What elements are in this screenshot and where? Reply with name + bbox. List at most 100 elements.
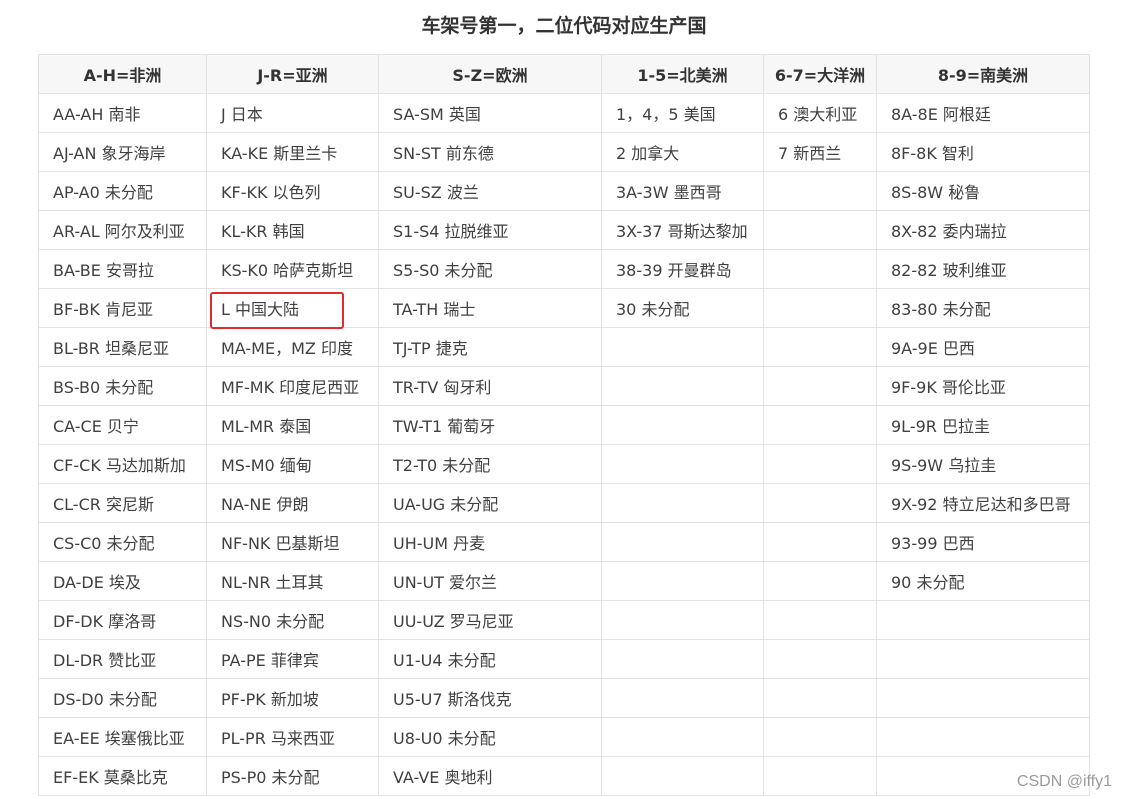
table-cell: AP-A0 未分配 [38,171,207,211]
table-row: AP-A0 未分配 KF-KK 以色列 SU-SZ 波兰 3A-3W 墨西哥 8S-8W… [38,171,1090,211]
table-cell: AA-AH 南非 [38,93,207,133]
header-europe: S-Z=欧洲 [378,54,602,94]
table-cell: BF-BK 肯尼亚 [38,288,207,328]
table-cell: 9F-9K 哥伦比亚 [876,366,1090,406]
table-cell [876,639,1090,679]
table-cell: 8A-8E 阿根廷 [876,93,1090,133]
table-row: EF-EK 莫桑比克 PS-P0 未分配 VA-VE 奥地利 [38,756,1090,796]
table-cell [763,405,877,445]
table-cell: 30 未分配 [601,288,764,328]
table-cell: KF-KK 以色列 [206,171,379,211]
table-cell [763,327,877,367]
table-row: CL-CR 突尼斯 NA-NE 伊朗 UA-UG 未分配 9X-92 特立尼达和多巴哥 [38,483,1090,523]
table-cell: PS-P0 未分配 [206,756,379,796]
table-cell: NS-N0 未分配 [206,600,379,640]
table-cell: DL-DR 赞比亚 [38,639,207,679]
table-cell: EA-EE 埃塞俄比亚 [38,717,207,757]
table-cell: KL-KR 韩国 [206,210,379,250]
table-cell: 1，4，5 美国 [601,93,764,133]
table-cell [763,639,877,679]
table-cell: VA-VE 奥地利 [378,756,602,796]
table-cell: DS-D0 未分配 [38,678,207,718]
table-cell: UU-UZ 罗马尼亚 [378,600,602,640]
table-cell: 8F-8K 智利 [876,132,1090,172]
table-cell [601,678,764,718]
table-cell: EF-EK 莫桑比克 [38,756,207,796]
table-cell: TA-TH 瑞士 [378,288,602,328]
table-cell [763,444,877,484]
table-cell: PF-PK 新加坡 [206,678,379,718]
page: 车架号第一，二位代码对应生产国 A-H=非洲 J-R=亚洲 S-Z=欧洲 1-5… [0,0,1128,799]
table-cell: U8-U0 未分配 [378,717,602,757]
table-cell: NL-NR 土耳其 [206,561,379,601]
table-row: AA-AH 南非 J 日本 SA-SM 英国 1，4，5 美国 6 澳大利亚 8A-8E … [38,93,1090,133]
table-cell: MF-MK 印度尼西亚 [206,366,379,406]
table-cell: L 中国大陆 [206,288,379,328]
table-cell: TR-TV 匈牙利 [378,366,602,406]
table-cell [601,483,764,523]
table-cell: BL-BR 坦桑尼亚 [38,327,207,367]
table-row: BA-BE 安哥拉 KS-K0 哈萨克斯坦 S5-S0 未分配 38-39 开曼群岛 8… [38,249,1090,289]
table-cell: BS-B0 未分配 [38,366,207,406]
table-cell: AR-AL 阿尔及利亚 [38,210,207,250]
table-body: AA-AH 南非 J 日本 SA-SM 英国 1，4，5 美国 6 澳大利亚 8A-8E … [38,93,1090,796]
table-row: AJ-AN 象牙海岸 KA-KE 斯里兰卡 SN-ST 前东德 2 加拿大 7 新西兰 8… [38,132,1090,172]
table-cell [763,678,877,718]
table-cell [763,366,877,406]
table-cell [601,600,764,640]
table-cell: PL-PR 马来西亚 [206,717,379,757]
table-cell [763,522,877,562]
table-cell: 6 澳大利亚 [763,93,877,133]
header-north-america: 1-5=北美洲 [601,54,764,94]
table-cell: 7 新西兰 [763,132,877,172]
table-row: DF-DK 摩洛哥 NS-N0 未分配 UU-UZ 罗马尼亚 [38,600,1090,640]
header-oceania: 6-7=大洋洲 [763,54,877,94]
table-cell: U5-U7 斯洛伐克 [378,678,602,718]
table-cell [601,366,764,406]
table-cell [601,327,764,367]
table-cell [601,561,764,601]
table-header-row: A-H=非洲 J-R=亚洲 S-Z=欧洲 1-5=北美洲 6-7=大洋洲 8-9… [38,54,1090,94]
table-row: DS-D0 未分配 PF-PK 新加坡 U5-U7 斯洛伐克 [38,678,1090,718]
table-cell [763,756,877,796]
table-cell: SA-SM 英国 [378,93,602,133]
table-row: DA-DE 埃及 NL-NR 土耳其 UN-UT 爱尔兰 90 未分配 [38,561,1090,601]
table-cell: 9X-92 特立尼达和多巴哥 [876,483,1090,523]
table-cell: 3A-3W 墨西哥 [601,171,764,211]
table-cell [763,717,877,757]
table-cell [763,288,877,328]
table-cell [601,639,764,679]
table-cell [763,561,877,601]
table-cell: 83-80 未分配 [876,288,1090,328]
table-cell [763,600,877,640]
table-cell: 8X-82 委内瑞拉 [876,210,1090,250]
table-cell: J 日本 [206,93,379,133]
table-cell: BA-BE 安哥拉 [38,249,207,289]
table-cell [763,171,877,211]
table-cell: MA-ME，MZ 印度 [206,327,379,367]
table-row: BS-B0 未分配 MF-MK 印度尼西亚 TR-TV 匈牙利 9F-9K 哥伦比亚 [38,366,1090,406]
table-row: DL-DR 赞比亚 PA-PE 菲律宾 U1-U4 未分配 [38,639,1090,679]
table-cell: UA-UG 未分配 [378,483,602,523]
table-cell: TJ-TP 捷克 [378,327,602,367]
table-cell [601,717,764,757]
header-asia: J-R=亚洲 [206,54,379,94]
table-cell: SN-ST 前东德 [378,132,602,172]
table-cell: CA-CE 贝宁 [38,405,207,445]
table-cell [601,522,764,562]
table-cell: 82-82 玻利维亚 [876,249,1090,289]
table-cell: KA-KE 斯里兰卡 [206,132,379,172]
table-cell: AJ-AN 象牙海岸 [38,132,207,172]
table-cell: T2-T0 未分配 [378,444,602,484]
table-cell: CF-CK 马达加斯加 [38,444,207,484]
table-cell [876,678,1090,718]
table-row: BF-BK 肯尼亚 L 中国大陆 TA-TH 瑞士 30 未分配 83-80 未分配 [38,288,1090,328]
table-cell [876,600,1090,640]
table-cell [763,210,877,250]
header-africa: A-H=非洲 [38,54,207,94]
table-cell: 3X-37 哥斯达黎加 [601,210,764,250]
table-cell: MS-M0 缅甸 [206,444,379,484]
table-row: CA-CE 贝宁 ML-MR 泰国 TW-T1 葡萄牙 9L-9R 巴拉圭 [38,405,1090,445]
table-row: EA-EE 埃塞俄比亚 PL-PR 马来西亚 U8-U0 未分配 [38,717,1090,757]
header-south-america: 8-9=南美洲 [876,54,1090,94]
